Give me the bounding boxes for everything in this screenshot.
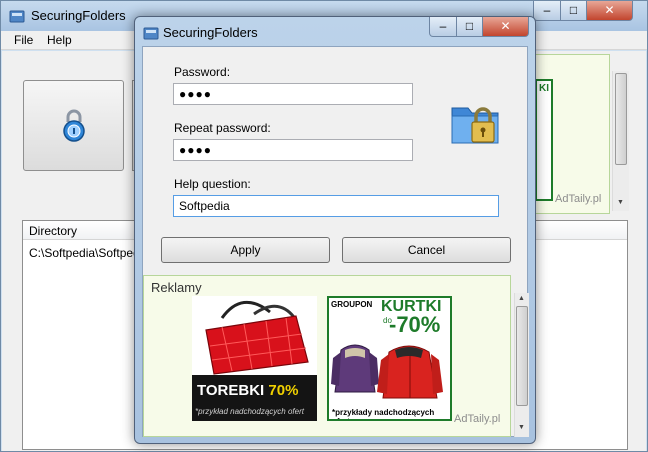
ad-panel-title: Reklamy [151,280,202,295]
help-question-label: Help question: [174,177,251,191]
maximize-icon: □ [569,3,578,17]
ad-banner-jackets[interactable]: GROUPON KURTKI do -70% *przykłady nadcho… [327,296,452,421]
repeat-password-field[interactable]: ●●●● [173,139,413,161]
close-icon: ✕ [604,3,615,17]
password-value: ●●●● [179,87,212,101]
scroll-thumb[interactable] [516,306,528,406]
padlock-icon [63,109,85,142]
close-button[interactable]: ✕ [586,1,633,21]
apply-button[interactable]: Apply [161,237,330,263]
maximize-icon: □ [465,19,474,33]
ad-scrollbar[interactable]: ▲ ▼ [514,293,529,437]
ad-banner-handbags[interactable]: TOREBKI 70% *przykład nadchodzących ofer… [192,296,317,421]
jackets-image [331,344,443,399]
scroll-up-arrow-icon[interactable]: ▲ [518,295,525,302]
main-window-title: SecuringFolders [31,8,126,23]
groupon-logo: GROUPON [331,300,373,309]
ad-percent-jackets: -70% [389,312,441,337]
dialog-close-button[interactable]: ✕ [482,17,529,37]
background-ad-credit[interactable]: AdTaily.pl [555,193,601,205]
app-icon [9,10,25,23]
menu-file[interactable]: File [14,33,33,47]
scroll-down-arrow-icon[interactable]: ▼ [617,199,624,206]
dialog-client-area: Password: ●●●● Repeat password: ●●●● Hel… [142,46,529,437]
repeat-password-value: ●●●● [179,143,212,157]
locked-folder-icon [451,107,499,144]
password-label: Password: [174,65,231,79]
ad-note-handbags: *przykład nadchodzących ofert [195,407,304,416]
background-ad-panel: KI AdTaily.pl [532,54,610,214]
column-header-directory[interactable]: Directory [29,224,77,238]
background-ad-text: KI [539,83,549,94]
menu-help[interactable]: Help [47,33,72,47]
minimize-icon: – [439,19,447,33]
dialog-title: SecuringFolders [163,25,258,40]
scroll-thumb[interactable] [615,73,627,165]
background-ad-scrollbar[interactable]: ▼ [612,71,629,211]
ad-panel: Reklamy TOREBKI 70% *przykład nadchodząc… [143,275,511,437]
password-dialog: SecuringFolders – □ ✕ Password: ●●●● Rep… [134,16,536,444]
help-question-field[interactable]: Softpedia [173,195,499,217]
lock-folder-button[interactable] [23,80,124,171]
password-field[interactable]: ●●●● [173,83,413,105]
app-icon [143,27,159,40]
repeat-password-label: Repeat password: [174,121,271,135]
dialog-minimize-button[interactable]: – [429,17,457,37]
cancel-button[interactable]: Cancel [342,237,511,263]
minimize-button[interactable]: – [533,1,561,21]
background-ad-banner[interactable]: KI [535,79,553,201]
close-icon: ✕ [500,19,511,33]
minimize-icon: – [543,3,551,17]
maximize-button[interactable]: □ [560,1,587,21]
scroll-down-arrow-icon[interactable]: ▼ [518,424,525,431]
dialog-maximize-button[interactable]: □ [456,17,483,37]
ad-credit-link[interactable]: AdTaily.pl [454,413,500,425]
help-question-value: Softpedia [179,199,230,213]
list-item[interactable]: C:\Softpedia\Softpedia [29,246,149,260]
ad-headline-handbags: TOREBKI 70% [197,382,299,399]
ad-note-jackets: *przykłady nadchodzących ofert [332,408,435,419]
handbag-image [205,301,309,375]
